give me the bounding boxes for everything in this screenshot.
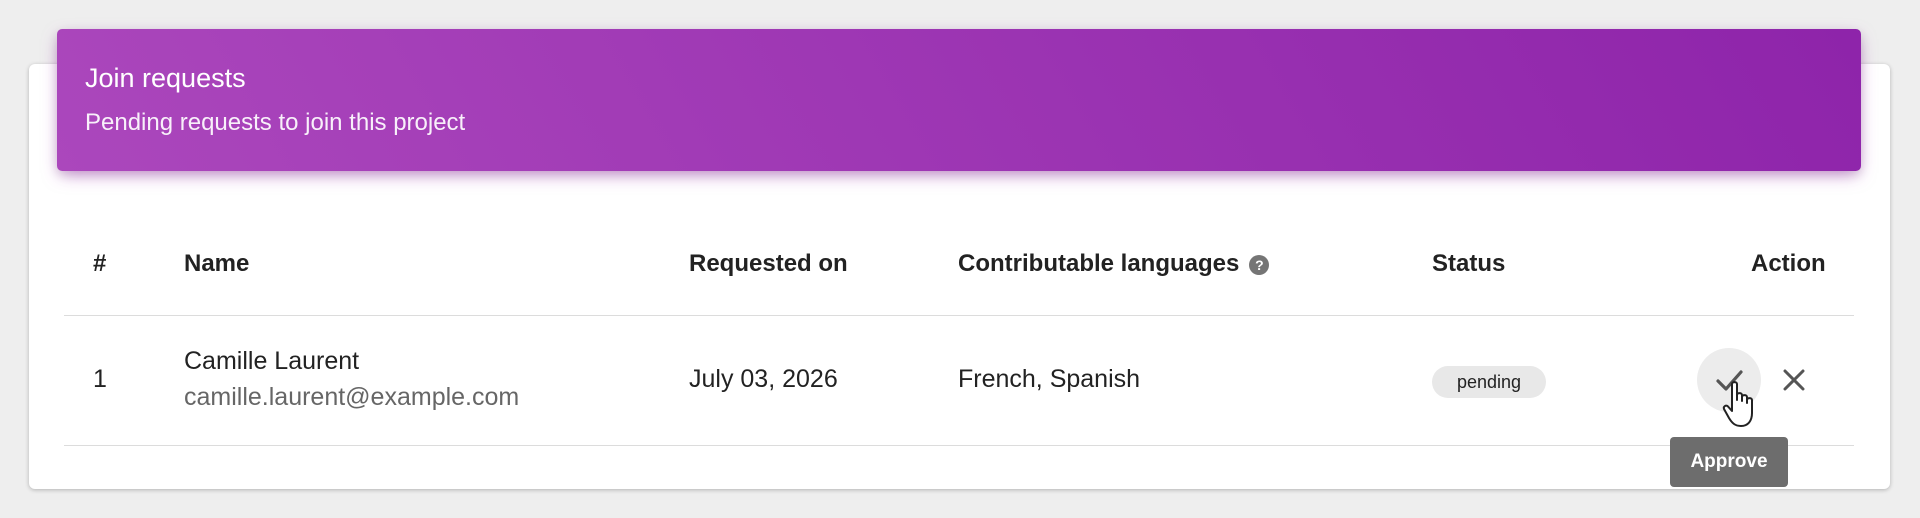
requested-on-date: July 03, 2026 [689, 365, 838, 393]
requester-name: Camille Laurent [184, 347, 360, 375]
row-divider [64, 445, 1854, 446]
header-subtitle: Pending requests to join this project [85, 109, 466, 136]
status-badge: pending [1432, 366, 1546, 398]
column-header-languages: Contributable languages? [958, 250, 1270, 278]
column-header-index: # [93, 250, 107, 277]
column-header-status: Status [1432, 250, 1506, 277]
requester-email: camille.laurent@example.com [184, 383, 520, 411]
header-title: Join requests [85, 63, 246, 93]
reject-button[interactable] [1776, 362, 1812, 398]
hand-pointer-cursor-icon [1722, 381, 1753, 427]
column-header-languages-label: Contributable languages [958, 250, 1240, 277]
contributable-languages: French, Spanish [958, 365, 1141, 393]
row-index: 1 [93, 365, 107, 393]
help-icon[interactable]: ? [1249, 255, 1270, 275]
card-header: Join requests Pending requests to join t… [57, 29, 1861, 171]
column-header-name: Name [184, 250, 250, 277]
column-header-requested-on: Requested on [689, 250, 848, 277]
close-icon [1783, 369, 1805, 391]
column-header-action: Action [1751, 250, 1826, 277]
header-divider [64, 315, 1854, 316]
approve-tooltip: Approve [1670, 437, 1788, 487]
